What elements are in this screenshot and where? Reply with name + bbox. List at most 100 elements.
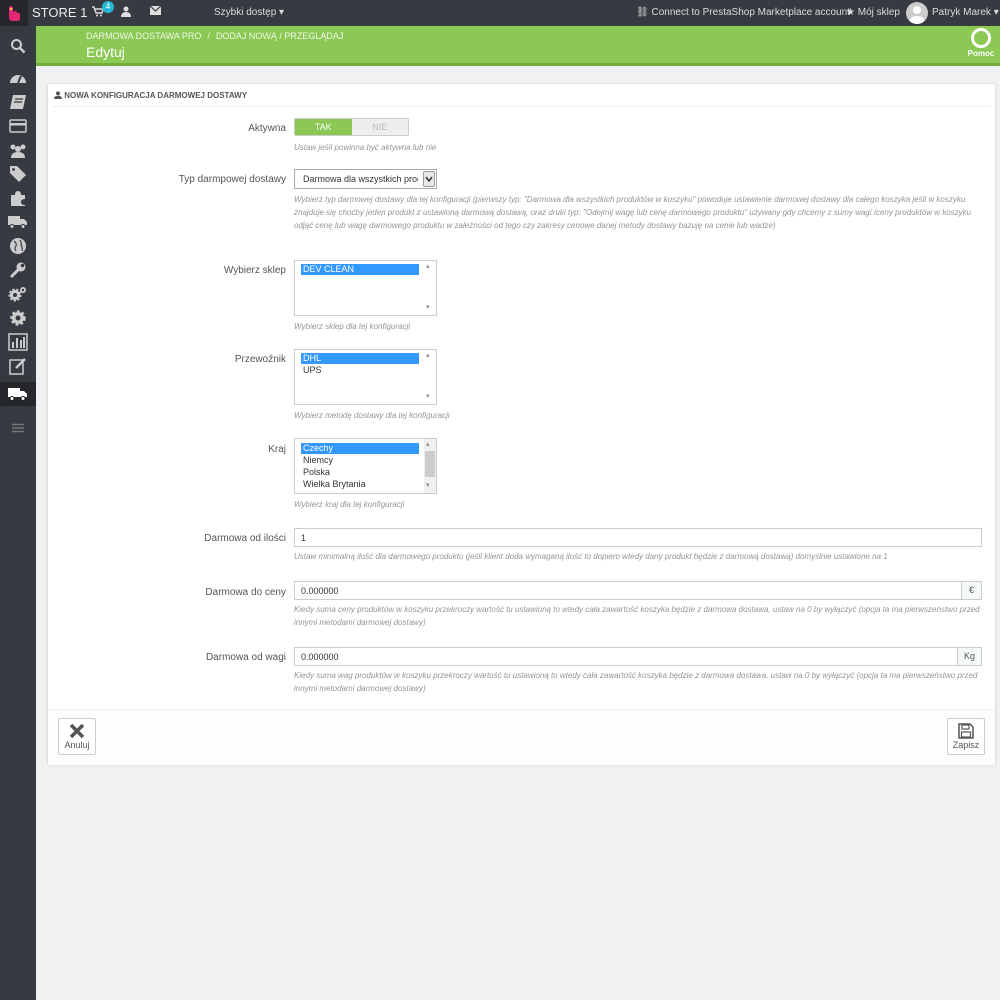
scrollbar[interactable]: ▴ ▾	[424, 350, 436, 404]
customers-icon[interactable]	[121, 6, 131, 20]
country-option[interactable]: Polska	[301, 467, 419, 478]
sidebar-item-free-shipping[interactable]	[0, 382, 36, 406]
shop-help: Wybierz sklep dla tej konfiguracji	[294, 322, 411, 331]
gear-icon	[10, 310, 26, 326]
save-icon	[958, 723, 974, 739]
sidebar-item-stats[interactable]	[0, 330, 36, 354]
scroll-down-icon: ▾	[426, 304, 430, 311]
edit-icon	[9, 358, 26, 375]
mail-icon[interactable]	[149, 5, 162, 18]
caret-down-icon: ▾	[993, 7, 999, 18]
weight-input[interactable]: 0.000000	[294, 647, 958, 666]
min-qty-label: Darmowa od ilości	[204, 533, 286, 544]
min-qty-input[interactable]: 1	[294, 528, 982, 547]
toggle-yes[interactable]: TAK	[295, 119, 352, 135]
store-name[interactable]: STORE 1	[32, 5, 87, 20]
star-icon: ★	[846, 7, 855, 18]
scrollbar[interactable]: ▴ ▾	[424, 439, 436, 493]
scroll-up-icon: ▴	[426, 352, 430, 359]
price-help: Kiedy suma ceny produktów w koszyku prze…	[294, 605, 980, 627]
truck-icon	[8, 216, 27, 229]
scrollbar[interactable]: ▴ ▾	[424, 261, 436, 315]
users-icon	[10, 144, 26, 158]
top-bar: STORE 1 4 Szybki dostęp ▾ ⛓ Connect to P…	[0, 0, 1000, 26]
type-select-value: Darmowa dla wszystkich produktów w koszy…	[303, 174, 418, 184]
link-icon: ⛓	[636, 7, 649, 18]
breadcrumb-item[interactable]: DARMOWA DOSTAWA PRO	[86, 31, 201, 41]
page-header: DARMOWA DOSTAWA PRO / DODAJ NOWĄ / PRZEGLĄ…	[36, 26, 1000, 66]
panel-heading: NOWA KONFIGURACJA DARMOWEJ DOSTAWY	[54, 91, 247, 100]
weight-help: Kiedy suma wag produktów w koszyku przek…	[294, 671, 978, 693]
type-help: Wybierz typ darmowej dostawy dla tej kon…	[294, 195, 972, 230]
sidebar-item-modules[interactable]	[0, 186, 36, 210]
page-title: Edytuj	[86, 44, 125, 60]
sidebar-item-customers[interactable]	[0, 138, 36, 162]
carrier-help: Wybierz metodę dostawy dla tej konfigura…	[294, 411, 450, 420]
sidebar-item-preferences[interactable]	[0, 258, 36, 282]
cancel-button[interactable]: Anuluj	[58, 718, 96, 755]
sidebar-item-dashboard[interactable]	[0, 66, 36, 90]
shop-option[interactable]: DEV CLEAN	[301, 264, 419, 275]
help-button[interactable]: Pomoc	[966, 28, 996, 58]
scroll-down-icon: ▾	[426, 393, 430, 400]
sidebar-item-edit[interactable]	[0, 354, 36, 378]
tags-icon	[10, 166, 26, 182]
chart-icon	[8, 333, 28, 351]
active-toggle[interactable]: TAK NIE	[294, 118, 409, 136]
shop-listbox[interactable]: DEV CLEAN ▴ ▾	[294, 260, 437, 316]
sidebar-item-administration[interactable]	[0, 306, 36, 330]
scroll-down-icon: ▾	[426, 482, 430, 489]
carrier-option[interactable]: UPS	[301, 365, 419, 376]
shop-label: Wybierz sklep	[223, 265, 286, 276]
country-option[interactable]: Czechy	[301, 443, 419, 454]
sidebar-item-localization[interactable]	[0, 234, 36, 258]
avatar[interactable]	[906, 2, 928, 24]
sidebar-collapse[interactable]	[0, 416, 36, 440]
carrier-listbox[interactable]: DHL UPS ▴ ▾	[294, 349, 437, 405]
country-listbox[interactable]: Czechy Niemcy Polska Wielka Brytania ▴ ▾	[294, 438, 437, 494]
panel-footer: Anuluj Zapisz	[48, 709, 995, 765]
carrier-option[interactable]: DHL	[301, 353, 419, 364]
price-label: Darmowa do ceny	[205, 587, 286, 598]
sidebar-item-catalog[interactable]	[0, 162, 36, 186]
cart-badge: 4	[102, 1, 114, 13]
sidebar-item-orders[interactable]	[0, 90, 36, 114]
country-option[interactable]: Niemcy	[301, 455, 419, 466]
weight-unit-addon: Kg	[957, 647, 982, 666]
search-icon	[11, 39, 26, 54]
gears-icon	[8, 287, 26, 302]
user-icon	[54, 91, 64, 100]
prestashop-logo[interactable]	[0, 0, 28, 26]
book-icon	[10, 95, 26, 109]
lifebuoy-icon	[971, 28, 991, 48]
type-select[interactable]: Darmowa dla wszystkich produktów w koszy…	[294, 169, 437, 189]
country-help: Wybierz kraj dla tej konfiguracji	[294, 500, 405, 509]
scrollbar-thumb[interactable]	[425, 451, 435, 477]
breadcrumb-item[interactable]: DODAJ NOWĄ / PRZEGLĄDAJ	[216, 31, 344, 41]
user-menu[interactable]: Patryk Marek ▾	[932, 7, 999, 18]
divider	[52, 106, 991, 107]
credit-card-icon	[9, 119, 27, 133]
config-panel: NOWA KONFIGURACJA DARMOWEJ DOSTAWY Aktyw…	[47, 83, 996, 765]
puzzle-icon	[11, 191, 25, 206]
quick-access-menu[interactable]: Szybki dostęp ▾	[214, 7, 284, 18]
my-shop-link[interactable]: ★ Mój sklep	[846, 7, 900, 18]
connect-marketplace-link[interactable]: ⛓ Connect to PrestaShop Marketplace acco…	[636, 7, 850, 18]
sidebar-item-advanced[interactable]	[0, 282, 36, 306]
sidebar-item-payment[interactable]	[0, 114, 36, 138]
weight-label: Darmowa od wagi	[205, 652, 286, 663]
dashboard-icon	[10, 75, 26, 84]
price-input[interactable]: 0.000000	[294, 581, 962, 600]
wrench-icon	[9, 262, 26, 279]
save-button[interactable]: Zapisz	[947, 718, 985, 755]
country-option[interactable]: Wielka Brytania	[301, 479, 419, 490]
active-help: Ustaw jeśli powinna być aktywna lub nie	[294, 143, 437, 152]
menu-icon	[12, 423, 24, 433]
toggle-no[interactable]: NIE	[352, 119, 409, 135]
carrier-label: Przewoźnik	[234, 354, 286, 365]
sidebar	[0, 26, 36, 1000]
currency-addon: €	[961, 581, 982, 600]
sidebar-item-shipping[interactable]	[0, 210, 36, 234]
sidebar-search[interactable]	[0, 34, 36, 58]
type-label: Typ darmpowej dostawy	[178, 174, 286, 185]
